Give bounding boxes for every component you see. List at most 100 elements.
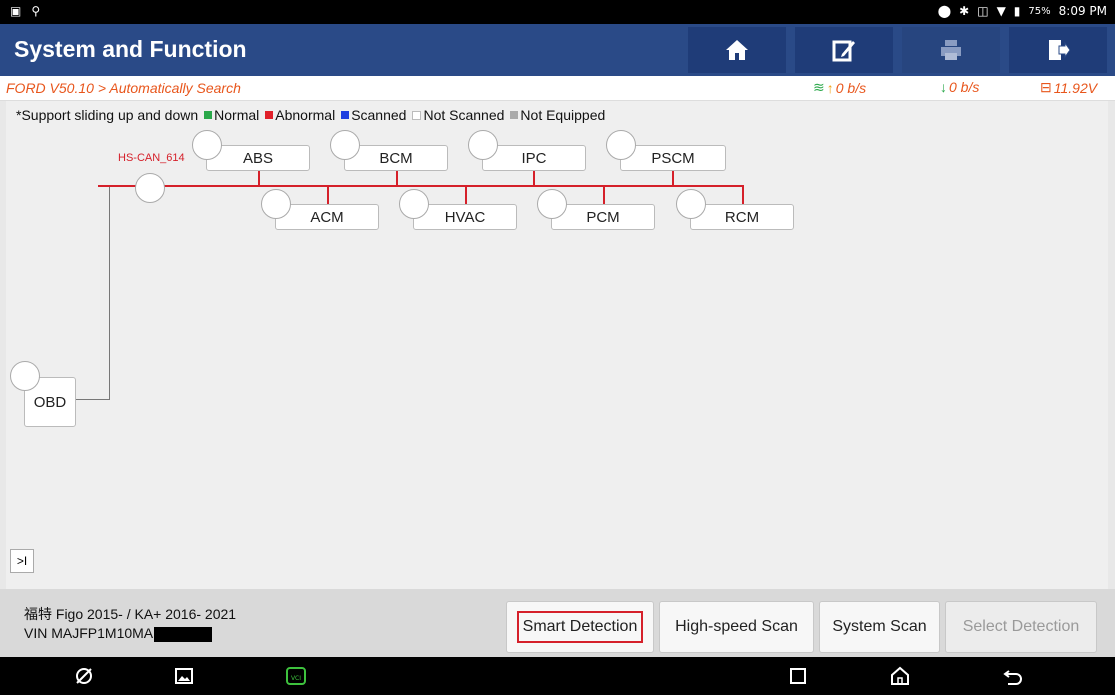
voltage-stat: ⊟ 11.92V [1040, 79, 1097, 96]
can-bus-line [98, 185, 744, 187]
browser-app-button[interactable] [71, 664, 97, 688]
upload-stat: ≋ ↑ 0 b/s [813, 79, 866, 96]
usb-notification-icon: ⚲ [31, 4, 41, 18]
expand-label: >I [16, 554, 28, 568]
module-bcm-status [330, 130, 360, 160]
vci-icon: VCI [286, 667, 306, 685]
info-bar: FORD V50.10 > Automatically Search ≋ ↑ 0… [0, 76, 1115, 101]
pscm-drop [672, 169, 674, 185]
recents-button[interactable] [785, 664, 811, 688]
download-stat: ↓ 0 b/s [940, 79, 979, 95]
pcm-drop [603, 187, 605, 205]
module-abs[interactable]: ABS [206, 145, 310, 171]
vci-app-button[interactable]: VCI [283, 664, 309, 688]
legend-not-equipped: Not Equipped [520, 107, 606, 123]
vibrate-icon: ◫ [977, 4, 989, 18]
clock: 8:09 PM [1058, 4, 1107, 18]
voltage-value: 11.92V [1053, 79, 1098, 96]
breadcrumb: FORD V50.10 > Automatically Search [6, 80, 241, 96]
exit-button[interactable] [1009, 27, 1107, 73]
home-button[interactable] [688, 27, 786, 73]
gallery-notification-icon: ▣ [10, 4, 22, 18]
bcm-drop [396, 169, 398, 185]
module-acm-label: ACM [310, 208, 344, 226]
module-rcm-status [676, 189, 706, 219]
module-pcm-label: PCM [586, 208, 620, 226]
obd-status [10, 361, 40, 391]
module-bcm-label: BCM [379, 149, 413, 167]
upload-arrow-icon: ↑ [826, 79, 834, 96]
module-abs-label: ABS [242, 149, 273, 167]
bus-node[interactable] [135, 173, 165, 203]
home-nav-icon [891, 666, 909, 685]
download-arrow-icon: ↓ [940, 79, 947, 95]
app-header: System and Function [0, 24, 1115, 76]
vin-redaction [154, 626, 213, 642]
legend-abnormal: Abnormal [275, 107, 336, 123]
vehicle-model: 福特 Figo 2015- / KA+ 2016- 2021 [24, 606, 237, 622]
legend-normal-swatch [204, 111, 213, 119]
svg-text:VCI: VCI [291, 675, 301, 682]
obd-riser-line [109, 186, 110, 400]
obd-label: OBD [33, 393, 67, 411]
module-bcm[interactable]: BCM [344, 145, 448, 171]
system-scan-label: System Scan [832, 618, 927, 635]
module-ipc[interactable]: IPC [482, 145, 586, 171]
recents-icon [790, 668, 806, 684]
hvac-drop [465, 187, 467, 205]
legend-scanned: Scanned [351, 107, 407, 123]
smart-detection-button[interactable]: Smart Detection [506, 601, 654, 653]
vehicle-vin: VIN MAJFP1M10MA [24, 625, 154, 641]
high-speed-scan-label: High-speed Scan [675, 618, 798, 635]
module-pscm-status [606, 130, 636, 160]
module-acm-status [261, 189, 291, 219]
system-nav-bar: VCI [0, 657, 1115, 695]
gallery-icon [175, 668, 193, 684]
module-pscm[interactable]: PSCM [620, 145, 726, 171]
legend-normal: Normal [214, 107, 260, 123]
legend-scanned-swatch [341, 111, 350, 119]
module-rcm-label: RCM [724, 208, 760, 226]
high-speed-scan-button[interactable]: High-speed Scan [659, 601, 814, 653]
bus-label: HS-CAN_614 [118, 152, 185, 164]
browser-icon [76, 668, 92, 684]
module-pcm-status [537, 189, 567, 219]
module-acm[interactable]: ACM [275, 204, 379, 230]
wifi-signal-icon: ≋ [813, 79, 825, 95]
home-nav-button[interactable] [887, 664, 913, 688]
print-icon [941, 40, 961, 60]
acm-drop [327, 187, 329, 205]
back-icon [1003, 670, 1022, 685]
module-rcm[interactable]: RCM [690, 204, 794, 230]
back-button[interactable] [1000, 664, 1026, 688]
expand-panel-button[interactable]: >I [10, 549, 34, 573]
obd-link-line [76, 399, 110, 400]
status-bar: ▣ ⚲ ⬤ ✱ ◫ ▼ ▮ 75% 8:09 PM [0, 0, 1115, 24]
select-detection-label: Select Detection [962, 618, 1080, 635]
topology-area[interactable]: *Support sliding up and down Normal Abno… [6, 101, 1108, 589]
legend-hint: *Support sliding up and down [16, 107, 199, 123]
download-rate: 0 b/s [949, 79, 980, 95]
module-hvac-label: HVAC [444, 208, 486, 226]
module-hvac[interactable]: HVAC [413, 204, 517, 230]
gallery-app-button[interactable] [171, 664, 197, 688]
ipc-drop [533, 169, 535, 185]
select-detection-button[interactable]: Select Detection [945, 601, 1097, 653]
wifi-icon: ▼ [996, 4, 1006, 18]
bottom-toolbar: 福特 Figo 2015- / KA+ 2016- 2021 VIN MAJFP… [0, 589, 1115, 657]
page-title: System and Function [14, 36, 247, 62]
print-button[interactable] [902, 27, 1000, 73]
system-scan-button[interactable]: System Scan [819, 601, 940, 653]
legend-abnormal-swatch [265, 111, 274, 119]
exit-icon [1049, 40, 1070, 60]
module-pscm-label: PSCM [651, 149, 695, 167]
edit-icon [832, 40, 855, 62]
module-pcm[interactable]: PCM [551, 204, 655, 230]
bluetooth-icon: ✱ [959, 4, 970, 18]
battery-voltage-icon: ⊟ [1040, 79, 1052, 95]
legend-not-equipped-swatch [510, 111, 519, 119]
battery-icon: ▮ [1013, 4, 1021, 18]
vehicle-info: 福特 Figo 2015- / KA+ 2016- 2021 VIN MAJFP… [24, 605, 236, 643]
smart-detection-label: Smart Detection [516, 611, 644, 643]
edit-button[interactable] [795, 27, 893, 73]
